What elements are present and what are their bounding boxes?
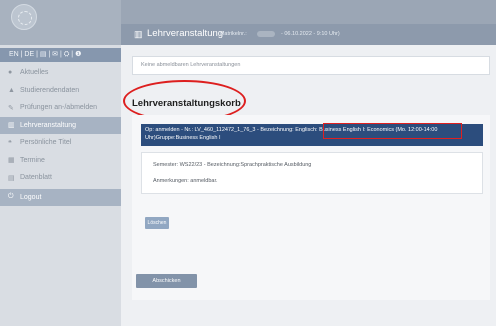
sidebar-item-label: Prüfungen an-/abmelden (20, 104, 98, 112)
session-timestamp: - 06.10.2022 - 9:10 Uhr) (281, 30, 340, 37)
sidebar-item-studierendendaten[interactable]: ▲ Studierendendaten (0, 82, 121, 100)
university-seal-icon (11, 4, 37, 30)
remarks-line: Anmerkungen: anmeldbar. (153, 178, 218, 184)
sidebar-item-lehrveranstaltung[interactable]: ▥ Lehrveranstaltung (0, 116, 121, 134)
sidebar-item-persoenliche-titel[interactable]: ❝ Persönliche Titel (0, 134, 121, 152)
language-toolbar[interactable]: EN | DE | ▤ | ✉ | ⛭ | ❶ (0, 48, 121, 62)
delete-button[interactable]: Löschen (145, 217, 169, 229)
sidebar-item-label: Lehrveranstaltung (20, 121, 77, 129)
main-content: Keine abmeldbaren Lehrveranstaltungen Le… (121, 45, 496, 326)
submit-button[interactable]: Abschicken (136, 274, 197, 288)
university-icon: ▥ (134, 29, 143, 39)
edit-icon: ✎ (8, 104, 14, 112)
sidebar-item-termine[interactable]: ▦ Termine (0, 152, 121, 170)
document-icon: ▤ (8, 174, 15, 182)
top-band (121, 0, 496, 24)
sidebar-item-label: Datenblatt (20, 174, 52, 182)
sidebar-item-label: Termine (20, 156, 45, 164)
sidebar-item-logout[interactable]: ⏻ Logout (0, 188, 121, 206)
sidebar-item-label: Persönliche Titel (20, 139, 72, 147)
sidebar-item-pruefungen[interactable]: ✎ Prüfungen an-/abmelden (0, 99, 121, 117)
sidebar-item-label: Studierendendaten (20, 86, 80, 94)
annotation-highlight-box (323, 123, 462, 139)
notice-box: Keine abmeldbaren Lehrveranstaltungen (132, 56, 490, 75)
logo-area (0, 0, 121, 45)
page-titlebar: ▥ Lehrveranstaltung (Matrikelnr.: - 06.1… (121, 24, 496, 45)
sidebar-nav: ● Aktuelles ▲ Studierendendaten ✎ Prüfun… (0, 64, 121, 206)
matrikel-label: (Matrikelnr.: (218, 30, 247, 37)
sidebar-item-label: Aktuelles (20, 69, 49, 77)
quote-icon: ❝ (8, 139, 12, 147)
page-title: Lehrveranstaltung (147, 28, 224, 39)
university-icon: ▥ (8, 122, 15, 130)
redacted-matrikel (257, 31, 275, 37)
sidebar-item-aktuelles[interactable]: ● Aktuelles (0, 64, 121, 82)
calendar-icon: ▦ (8, 157, 15, 165)
course-details-card: Semester: WS22/23 - Bezeichnung:Sprachpr… (141, 152, 483, 194)
sidebar-item-label: Logout (20, 193, 42, 201)
graduation-cap-icon: ▲ (8, 86, 15, 94)
semester-line: Semester: WS22/23 - Bezeichnung:Sprachpr… (153, 162, 312, 168)
power-icon: ⏻ (8, 193, 14, 200)
chat-icon: ● (8, 69, 13, 77)
sidebar: EN | DE | ▤ | ✉ | ⛭ | ❶ ● Aktuelles ▲ St… (0, 0, 121, 326)
sidebar-item-datenblatt[interactable]: ▤ Datenblatt (0, 169, 121, 187)
